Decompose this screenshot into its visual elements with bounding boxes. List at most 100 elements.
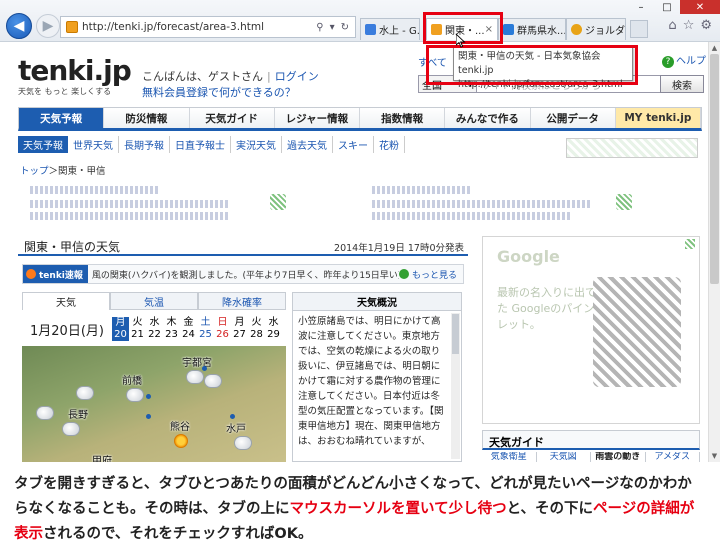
ad-choices-icon[interactable] [685, 239, 695, 249]
tab-weather[interactable]: 天気 [22, 292, 110, 310]
home-icon[interactable]: ⌂ [668, 18, 676, 33]
day-item[interactable]: 木 23 [163, 317, 180, 341]
day-item[interactable]: 金 24 [180, 317, 197, 341]
member-info-link[interactable]: 無料会員登録で何ができるの？ [142, 84, 296, 100]
subnav-forecaster[interactable]: 日直予報士 [170, 136, 231, 153]
minimize-button[interactable]: – [628, 0, 654, 14]
tab-precipitation[interactable]: 降水確率 [198, 292, 286, 310]
subnav-long-range[interactable]: 長期予報 [119, 136, 170, 153]
weather-map[interactable]: 宇都宮 前橋 長野 熊谷 水戸 甲府 [22, 346, 286, 462]
subnav-ski[interactable]: スキー [333, 136, 374, 153]
nav-forecast[interactable]: 天気予報 [19, 108, 105, 128]
subnav-pollen[interactable]: 花粉 [374, 136, 405, 153]
city-label[interactable]: 水戸 [226, 420, 246, 435]
login-link[interactable]: ログイン [275, 70, 319, 83]
browser-tab-3[interactable]: 群馬県水... [498, 18, 566, 40]
browser-tab-1[interactable]: 水上 - G... [360, 18, 420, 40]
flash-more-link[interactable]: もっと見る [398, 268, 463, 281]
nav-guide[interactable]: 天気ガイド [189, 108, 275, 128]
day-item[interactable]: 水 22 [146, 317, 163, 341]
scroll-down-icon[interactable]: ▼ [709, 450, 720, 462]
highlight-box-tooltip [426, 45, 638, 85]
subnav-forecast[interactable]: 天気予報 [18, 136, 68, 153]
overview-title: 天気概況 [293, 293, 461, 311]
city-marker [146, 394, 151, 399]
day-item[interactable]: 水 29 [265, 317, 282, 341]
day-of-week: 月 [115, 317, 126, 328]
forecast-header: 関東・甲信の天気 2014年1月19日 17時0分発表 [18, 236, 468, 256]
sub-nav: 天気予報 世界天気 長期予報 日直予報士 実況天気 過去天気 スキー 花粉 [18, 136, 405, 153]
tab-label: ジョルダン... [585, 26, 625, 37]
day-item[interactable]: 火 21 [129, 317, 146, 341]
city-label[interactable]: 甲府 [92, 452, 112, 462]
scroll-up-icon[interactable]: ▲ [709, 42, 720, 54]
subnav-world[interactable]: 世界天気 [68, 136, 119, 153]
sidebar-ad[interactable]: Google 最新の名入りに出てきた Googleのパインタブレット。 [482, 236, 700, 424]
address-bar[interactable]: http://tenki.jp/forecast/area-3.html ⚲ ▾… [60, 16, 356, 38]
text-ad-line [30, 212, 230, 220]
help-link[interactable]: ? ヘルプ [662, 52, 706, 68]
guide-tab-weather-map[interactable]: 天気図 [537, 452, 591, 462]
forward-button[interactable]: ▶ [36, 14, 60, 38]
new-tab-button[interactable] [630, 20, 648, 38]
day-item[interactable]: 日 26 [214, 317, 231, 341]
day-item[interactable]: 火 28 [248, 317, 265, 341]
refresh-icon[interactable]: ↻ [341, 22, 349, 33]
scroll-thumb[interactable] [452, 314, 459, 354]
day-item[interactable]: 月 27 [231, 317, 248, 341]
day-number: 27 [233, 329, 246, 340]
nav-disaster[interactable]: 防災情報 [104, 108, 190, 128]
cloud-icon [234, 436, 252, 450]
forecast-date: 1月20日(月) [30, 324, 104, 339]
page-scrollbar[interactable]: ▲ ▼ [708, 42, 720, 462]
caption-highlight: マウスカーソルを置いて少し待つ [289, 501, 507, 517]
day-number: 22 [148, 329, 161, 340]
subnav-past[interactable]: 過去天気 [282, 136, 333, 153]
overview-scrollbar[interactable] [451, 313, 460, 459]
nav-community[interactable]: みんなで作る [445, 108, 531, 128]
flash-icon [26, 269, 36, 279]
city-label[interactable]: 長野 [68, 406, 88, 421]
tab-favicon-icon [503, 24, 514, 35]
ad-choices-icon[interactable] [270, 194, 286, 210]
nav-my-tenki[interactable]: MY tenki.jp [615, 108, 701, 128]
city-marker [202, 366, 207, 371]
star-icon[interactable]: ☆ [683, 18, 695, 33]
ad-choices-icon[interactable] [616, 194, 632, 210]
gear-icon[interactable]: ⚙ [700, 18, 712, 33]
scroll-thumb[interactable] [710, 54, 719, 284]
tab-label: 水上 - G... [379, 26, 420, 37]
day-of-week: 水 [268, 317, 279, 328]
mouse-cursor-icon [456, 34, 466, 48]
tab-temperature[interactable]: 気温 [110, 292, 198, 310]
city-label[interactable]: 熊谷 [170, 418, 190, 433]
city-label[interactable]: 前橋 [122, 372, 142, 387]
flash-text[interactable]: 風の関東(ハクバイ)を観測しました。(平年より7日早く、昨年より15日早い)(東… [92, 268, 399, 281]
day-item[interactable]: 土 25 [197, 317, 214, 341]
text-ad-title[interactable] [372, 186, 472, 194]
browser-tab-4[interactable]: ジョルダン... [566, 18, 626, 40]
city-label[interactable]: 宇都宮 [182, 354, 212, 369]
breadcrumb-home[interactable]: トップ [20, 166, 49, 177]
subnav-observed[interactable]: 実況天気 [231, 136, 282, 153]
sun-icon [174, 434, 188, 448]
nav-open-data[interactable]: 公開データ [530, 108, 616, 128]
banner-ad[interactable] [566, 138, 698, 158]
tab-favicon-icon [571, 24, 582, 35]
forecast-title: 関東・甲信の天気 [24, 240, 121, 254]
dropdown-icon[interactable]: ▾ [330, 22, 335, 33]
day-item[interactable]: 月 20 [112, 317, 129, 341]
guide-tab-satellite[interactable]: 気象衛星 [482, 452, 537, 462]
search-icon[interactable]: ⚲ [316, 22, 323, 33]
nav-leisure[interactable]: レジャー情報 [274, 108, 360, 128]
search-button[interactable]: 検索 [660, 75, 704, 93]
text-ad-title[interactable] [30, 186, 160, 194]
guide-tab-rain-radar[interactable]: 雨雲の動き [591, 452, 646, 462]
back-button[interactable]: ◀ [6, 13, 32, 39]
nav-index[interactable]: 指数情報 [360, 108, 446, 128]
guide-tab-amedas[interactable]: アメダス [646, 452, 700, 462]
url-text: http://tenki.jp/forecast/area-3.html [82, 21, 264, 33]
close-window-button[interactable]: ✕ [680, 0, 720, 14]
site-logo[interactable]: tenki.jp [18, 54, 132, 87]
maximize-button[interactable]: □ [654, 0, 680, 14]
